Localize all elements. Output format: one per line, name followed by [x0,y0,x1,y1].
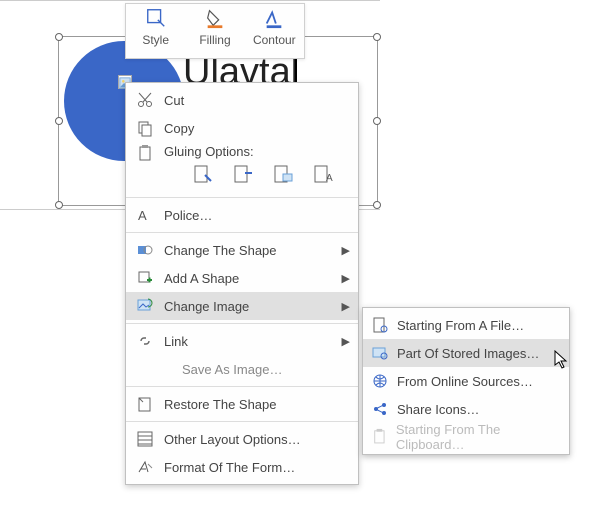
separator [126,421,358,422]
chevron-right-icon: ▶ [342,272,350,285]
paste-option-icon[interactable] [232,163,254,185]
clipboard-icon [371,428,388,446]
menu-gluing-options: Gluing Options: A [126,142,358,194]
menu-label: Other Layout Options… [164,432,348,447]
menu-label: Format Of The Form… [164,460,348,475]
svg-text:A: A [326,173,333,184]
menu-label: Change The Shape [164,243,348,258]
layout-icon [136,430,154,448]
font-icon: A [136,206,154,224]
restore-icon [136,395,154,413]
separator [126,197,358,198]
submenu-online-sources[interactable]: From Online Sources… [363,367,569,395]
format-icon [136,458,154,476]
menu-label: Save As Image… [182,362,348,377]
submenu-label: From Online Sources… [397,374,533,389]
menu-format-form[interactable]: Format Of The Form… [126,453,358,481]
menu-label: Gluing Options: [164,144,348,159]
blank-icon [136,360,154,378]
globe-icon [371,372,389,390]
resize-handle[interactable] [55,33,63,41]
submenu-share-icons[interactable]: Share Icons… [363,395,569,423]
style-label: Style [142,33,169,47]
clipboard-icon [136,144,154,162]
menu-police[interactable]: A Police… [126,201,358,229]
chevron-right-icon: ▶ [342,300,350,313]
menu-label: Police… [164,208,348,223]
submenu-label: Starting From The Clipboard… [396,422,561,452]
copy-icon [136,119,154,137]
chevron-right-icon: ▶ [342,244,350,257]
resize-handle[interactable] [373,117,381,125]
context-menu: Cut Copy Gluing Options: A A Police… Cha… [125,82,359,485]
resize-handle[interactable] [55,201,63,209]
change-image-icon [136,297,154,315]
contour-icon [263,7,285,29]
menu-label: Restore The Shape [164,397,348,412]
share-icon [371,400,389,418]
menu-label: Copy [164,121,348,136]
cut-icon [136,91,154,109]
paste-option-icon[interactable]: A [312,163,334,185]
filling-label: Filling [199,33,230,47]
link-icon [136,332,154,350]
add-shape-icon [136,269,154,287]
cursor-icon [554,350,570,370]
menu-save-as-image[interactable]: Save As Image… [126,355,358,383]
submenu-label: Share Icons… [397,402,479,417]
contour-button[interactable]: Contour [245,4,304,58]
mini-toolbar: Style Filling Contour [125,3,305,59]
menu-copy[interactable]: Copy [126,114,358,142]
separator [126,386,358,387]
menu-label: Change Image [164,299,348,314]
contour-label: Contour [253,33,296,47]
chevron-right-icon: ▶ [342,335,350,348]
submenu-label: Starting From A File… [397,318,524,333]
submenu-label: Part Of Stored Images… [397,346,539,361]
menu-label: Cut [164,93,348,108]
filling-button[interactable]: Filling [185,4,244,58]
separator [126,323,358,324]
style-icon [145,7,167,29]
paste-option-icon[interactable] [192,163,214,185]
style-button[interactable]: Style [126,4,185,58]
menu-label: Add A Shape [164,271,348,286]
submenu-from-file[interactable]: Starting From A File… [363,311,569,339]
change-image-submenu: Starting From A File… Part Of Stored Ima… [362,307,570,455]
stored-images-icon [371,344,389,362]
menu-other-layout[interactable]: Other Layout Options… [126,425,358,453]
file-icon [371,316,389,334]
menu-cut[interactable]: Cut [126,86,358,114]
svg-text:A: A [138,208,147,223]
menu-change-image[interactable]: Change Image ▶ [126,292,358,320]
separator [126,232,358,233]
resize-handle[interactable] [55,117,63,125]
fill-bucket-icon [204,7,226,29]
submenu-from-clipboard: Starting From The Clipboard… [363,423,569,451]
resize-handle[interactable] [373,33,381,41]
paste-option-icon[interactable] [272,163,294,185]
menu-add-shape[interactable]: Add A Shape ▶ [126,264,358,292]
submenu-stored-images[interactable]: Part Of Stored Images… [363,339,569,367]
resize-handle[interactable] [373,201,381,209]
menu-label: Link [164,334,348,349]
menu-link[interactable]: Link ▶ [126,327,358,355]
menu-change-shape[interactable]: Change The Shape ▶ [126,236,358,264]
change-shape-icon [136,241,154,259]
menu-restore-shape[interactable]: Restore The Shape [126,390,358,418]
